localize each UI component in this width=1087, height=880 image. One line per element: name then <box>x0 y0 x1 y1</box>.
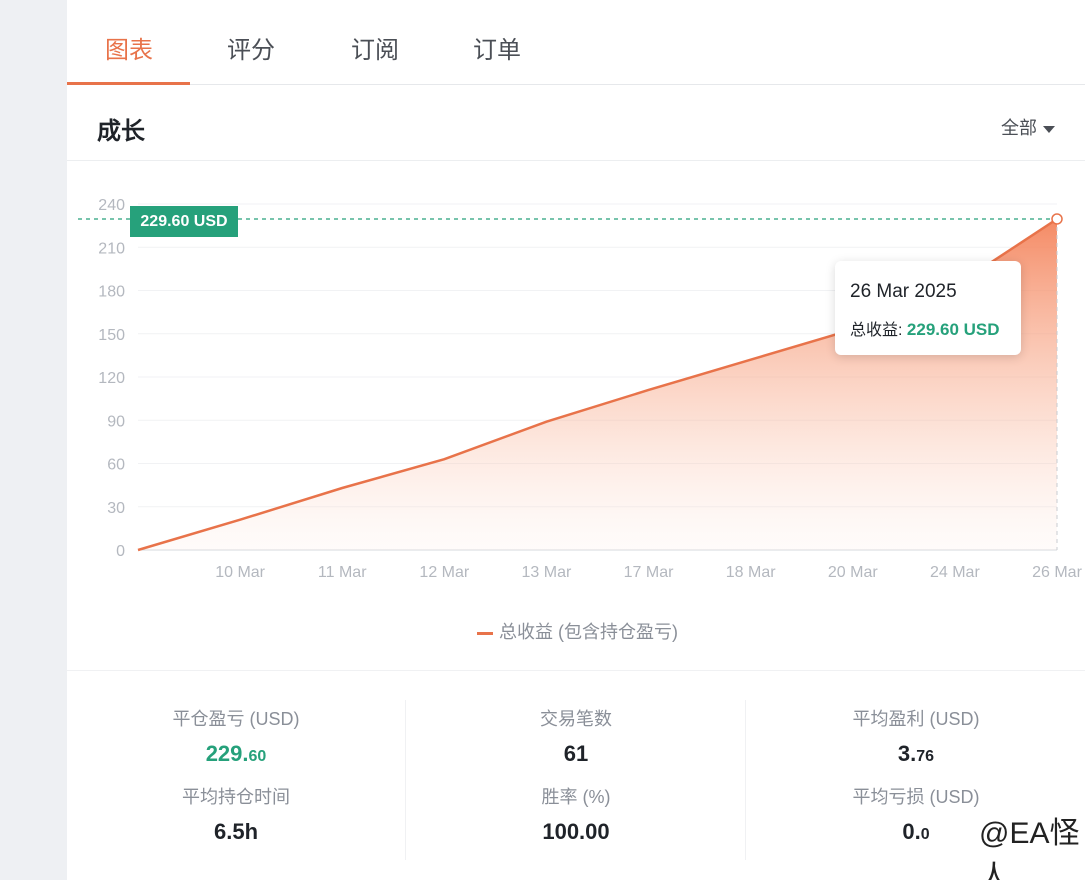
x-tick-label: 11 Mar <box>318 564 367 581</box>
tooltip-label: 总收益: <box>850 322 903 339</box>
y-axis: 0 30 60 90 120 150 180 210 240 <box>98 197 125 560</box>
chart-tooltip: 26 Mar 2025 总收益: 229.60 USD <box>835 261 1021 355</box>
tab-subscribe[interactable]: 订阅 <box>351 30 399 65</box>
last-point-marker <box>1051 213 1063 225</box>
y-tick-label: 210 <box>98 240 125 257</box>
chart-legend[interactable]: 总收益 (包含持仓盈亏) <box>477 618 678 644</box>
x-tick-label: 20 Mar <box>828 564 878 581</box>
x-tick-label: 10 Mar <box>215 564 265 581</box>
stat-closed-pnl: 平仓盈亏 (USD) 229.60 <box>111 705 361 767</box>
stat-label: 平均亏损 (USD) <box>852 787 980 807</box>
stat-win-rate: 胜率 (%) 100.00 <box>451 783 701 845</box>
tooltip-value-row: 总收益: 229.60 USD <box>850 316 1000 340</box>
y-tick-label: 120 <box>98 370 125 387</box>
stat-label: 平均持仓时间 <box>182 787 290 807</box>
x-tick-label: 26 Mar <box>1032 564 1082 581</box>
tab-rating[interactable]: 评分 <box>227 30 275 65</box>
tooltip-value: 229.60 USD <box>906 320 1000 339</box>
x-tick-label: 13 Mar <box>522 564 572 581</box>
section-header: 成长 全部 <box>67 85 1085 161</box>
range-filter-dropdown[interactable]: 全部 <box>1001 114 1055 140</box>
range-filter-label: 全部 <box>1001 118 1037 138</box>
tooltip-date: 26 Mar 2025 <box>850 281 957 302</box>
x-tick-label: 17 Mar <box>624 564 674 581</box>
stats-separator <box>405 700 406 860</box>
content-panel: 图表 评分 订阅 订单 成长 全部 0 30 60 90 120 150 180 210 240… <box>67 0 1087 880</box>
stats-separator <box>745 700 746 860</box>
y-tick-label: 60 <box>107 457 125 474</box>
stat-value: 229.60 <box>205 741 267 766</box>
y-tick-label: 30 <box>107 500 125 517</box>
stat-value: 3.76 <box>897 741 935 766</box>
y-tick-label: 150 <box>98 327 125 344</box>
legend-swatch <box>477 631 493 635</box>
stat-label: 胜率 (%) <box>541 787 611 807</box>
section-title: 成长 <box>97 118 145 145</box>
x-tick-label: 12 Mar <box>419 564 469 581</box>
stat-trade-count: 交易笔数 61 <box>451 705 701 767</box>
stat-avg-hold-time: 平均持仓时间 6.5h <box>111 783 361 845</box>
stat-value: 61 <box>563 741 589 766</box>
tab-bar: 图表 评分 订阅 订单 <box>67 0 1085 85</box>
tab-chart[interactable]: 图表 <box>105 30 153 65</box>
current-value-badge: 229.60 USD <box>130 206 238 237</box>
stats-divider <box>67 670 1085 671</box>
stat-value: 6.5h <box>213 819 259 844</box>
caret-down-icon <box>1043 125 1055 133</box>
y-tick-label: 90 <box>107 413 125 430</box>
stat-value: 100.00 <box>542 819 610 844</box>
stat-avg-profit: 平均盈利 (USD) 3.76 <box>791 705 1041 767</box>
y-tick-label: 180 <box>98 284 125 301</box>
legend-label: 总收益 (包含持仓盈亏) <box>499 622 678 642</box>
y-tick-label: 240 <box>98 197 125 214</box>
stat-label: 交易笔数 <box>540 709 612 729</box>
stat-label: 平均盈利 (USD) <box>852 709 980 729</box>
watermark: @EA怪人 <box>979 817 1080 880</box>
y-tick-label: 0 <box>116 543 125 560</box>
tab-orders[interactable]: 订单 <box>473 30 521 65</box>
x-axis: 10 Mar 11 Mar 12 Mar 13 Mar 17 Mar 18 Mar 20 M… <box>215 564 1082 581</box>
x-tick-label: 24 Mar <box>930 564 980 581</box>
stat-label: 平仓盈亏 (USD) <box>172 709 300 729</box>
x-tick-label: 18 Mar <box>726 564 776 581</box>
